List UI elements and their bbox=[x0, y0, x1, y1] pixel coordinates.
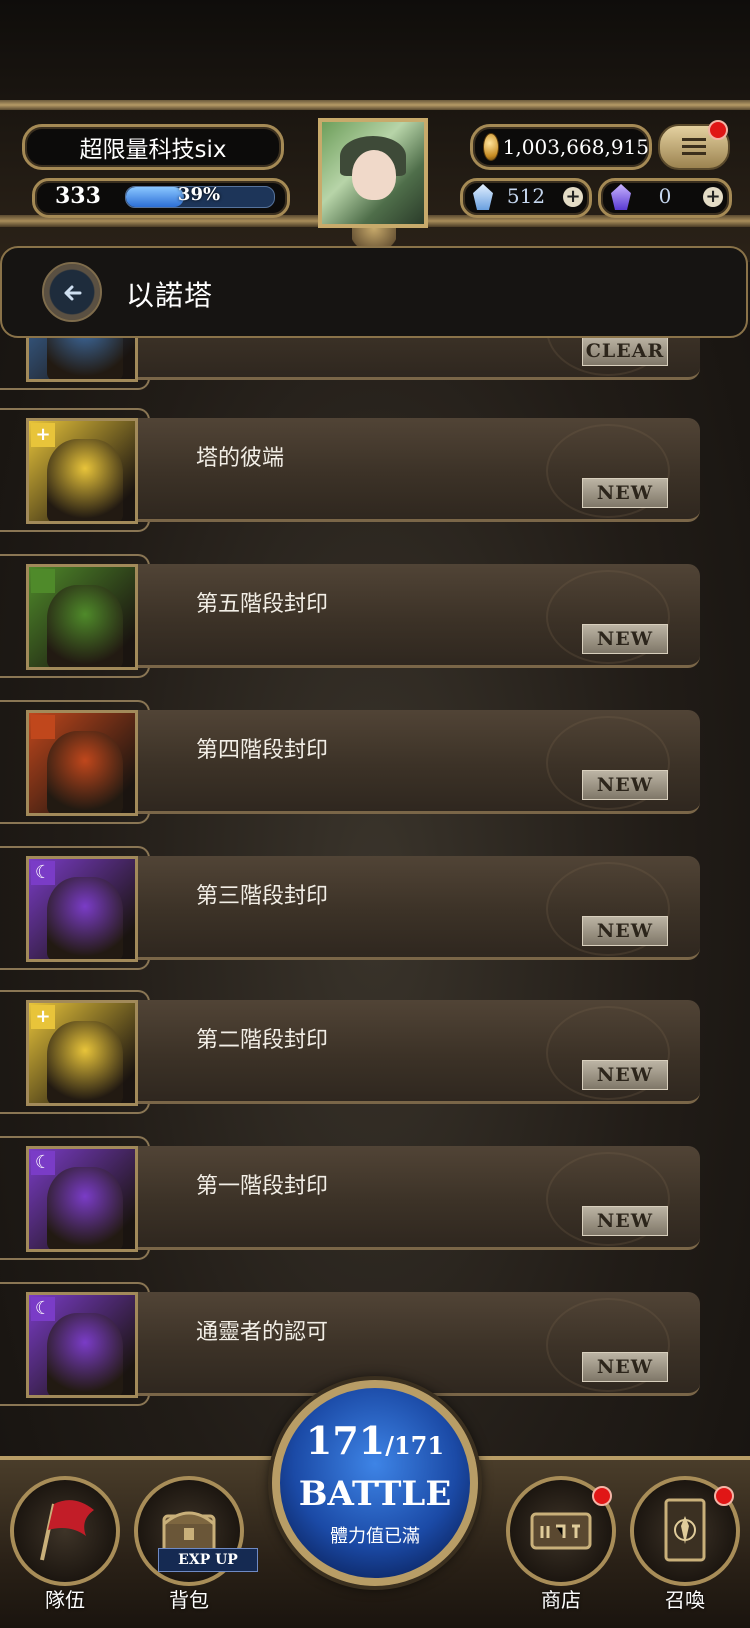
stage-row[interactable]: ☾ 第一階段封印 NEW bbox=[0, 1136, 700, 1260]
soul-gem-counter: 0 + bbox=[598, 178, 732, 218]
player-name-text: 超限量科技six bbox=[79, 137, 227, 163]
soul-gem-icon bbox=[611, 184, 631, 210]
stage-row[interactable]: + 第二階段封印 NEW bbox=[0, 990, 700, 1114]
diamond-amount: 512 bbox=[506, 184, 546, 208]
monster-portrait bbox=[47, 1167, 123, 1249]
stamina-max: /171 bbox=[385, 1431, 445, 1460]
location-bar: 以諾塔 bbox=[0, 246, 748, 338]
stage-title: 塔的彼端 bbox=[196, 446, 285, 471]
menu-icon-line bbox=[682, 152, 706, 155]
stage-thumbnail: ☾ bbox=[26, 1292, 138, 1398]
team-label: 隊伍 bbox=[45, 1588, 85, 1612]
exp-percent: 39% bbox=[177, 184, 221, 205]
shop-notification-dot bbox=[592, 1486, 612, 1506]
stage-title: 第三階段封印 bbox=[196, 884, 329, 909]
stage-title: 第二階段封印 bbox=[196, 1028, 329, 1053]
stage-thumbnail: + bbox=[26, 418, 138, 524]
monster-portrait bbox=[47, 585, 123, 667]
stage-status-tag: NEW bbox=[582, 478, 668, 508]
exp-up-badge: EXP UP bbox=[158, 1548, 258, 1572]
stage-status-tag: NEW bbox=[582, 1206, 668, 1236]
menu-icon-line bbox=[682, 145, 706, 148]
player-name[interactable]: 超限量科技six bbox=[22, 124, 284, 170]
stage-status-tag: NEW bbox=[582, 770, 668, 800]
stamina-counter: 171/171 bbox=[280, 1418, 470, 1463]
attribute-badge-icon bbox=[31, 569, 55, 593]
stage-row[interactable]: 第五階段封印 NEW bbox=[0, 554, 700, 678]
monster-portrait bbox=[47, 877, 123, 959]
stage-thumbnail bbox=[26, 710, 138, 816]
stage-status-tag: NEW bbox=[582, 624, 668, 654]
add-diamond-button[interactable]: + bbox=[563, 187, 583, 207]
battle-button[interactable]: 171/171 BATTLE 體力值已滿 bbox=[272, 1380, 478, 1586]
coin-icon bbox=[483, 133, 499, 161]
stage-thumbnail: + bbox=[26, 1000, 138, 1106]
add-soul-gem-button[interactable]: + bbox=[703, 187, 723, 207]
menu-icon bbox=[682, 138, 706, 141]
stage-thumbnail bbox=[26, 564, 138, 670]
menu-notification-dot bbox=[708, 120, 728, 140]
monster-portrait bbox=[47, 731, 123, 813]
summon-notification-dot bbox=[714, 1486, 734, 1506]
stamina-full-label: 體力值已滿 bbox=[330, 1526, 420, 1547]
soul-gem-amount: 0 bbox=[658, 184, 672, 208]
location-title: 以諾塔 bbox=[126, 279, 214, 312]
flag-icon bbox=[40, 1500, 94, 1561]
monster-portrait bbox=[47, 1021, 123, 1103]
attribute-badge-icon: + bbox=[31, 423, 55, 447]
attribute-badge-icon: ☾ bbox=[31, 861, 55, 885]
coin-amount: 1,003,668,915 bbox=[502, 135, 649, 159]
coin-counter: 1,003,668,915 bbox=[470, 124, 652, 170]
avatar-face bbox=[352, 150, 396, 200]
stage-row[interactable]: + 塔的彼端 NEW bbox=[0, 408, 700, 532]
attribute-badge-icon: ☾ bbox=[31, 1297, 55, 1321]
attribute-badge-icon: + bbox=[31, 1005, 55, 1029]
stage-status-tag: NEW bbox=[582, 1060, 668, 1090]
stamina-current: 171 bbox=[305, 1418, 386, 1463]
stage-title: 第四階段封印 bbox=[196, 738, 329, 763]
monster-portrait bbox=[47, 439, 123, 521]
stage-title: 第一階段封印 bbox=[196, 1174, 329, 1199]
diamond-icon bbox=[473, 184, 493, 210]
back-arrow-icon bbox=[64, 285, 82, 301]
stage-title: 通靈者的認可 bbox=[196, 1320, 329, 1345]
stage-thumbnail: ☾ bbox=[26, 1146, 138, 1252]
attribute-badge-icon: ☾ bbox=[31, 1151, 55, 1175]
stage-status-tag: NEW bbox=[582, 916, 668, 946]
team-button[interactable] bbox=[10, 1476, 120, 1586]
backpack-label: 背包 bbox=[169, 1588, 209, 1612]
back-button[interactable] bbox=[42, 262, 102, 322]
stage-status-tag: CLEAR bbox=[582, 336, 668, 366]
player-level: 333 bbox=[55, 183, 101, 209]
level-bar: 333 39% bbox=[32, 178, 290, 218]
stage-title: 第五階段封印 bbox=[196, 592, 329, 617]
battle-label: BATTLE bbox=[298, 1474, 452, 1514]
monster-portrait bbox=[47, 1313, 123, 1395]
attribute-badge-icon bbox=[31, 715, 55, 739]
summon-label: 召喚 bbox=[665, 1588, 705, 1612]
stage-row[interactable]: ☾ 第三階段封印 NEW bbox=[0, 846, 700, 970]
player-avatar[interactable] bbox=[318, 118, 428, 228]
stage-row[interactable]: 第四階段封印 NEW bbox=[0, 700, 700, 824]
stage-status-tag: NEW bbox=[582, 1352, 668, 1382]
diamond-counter: 512 + bbox=[460, 178, 592, 218]
shop-label: 商店 bbox=[541, 1588, 581, 1612]
stage-thumbnail: ☾ bbox=[26, 856, 138, 962]
